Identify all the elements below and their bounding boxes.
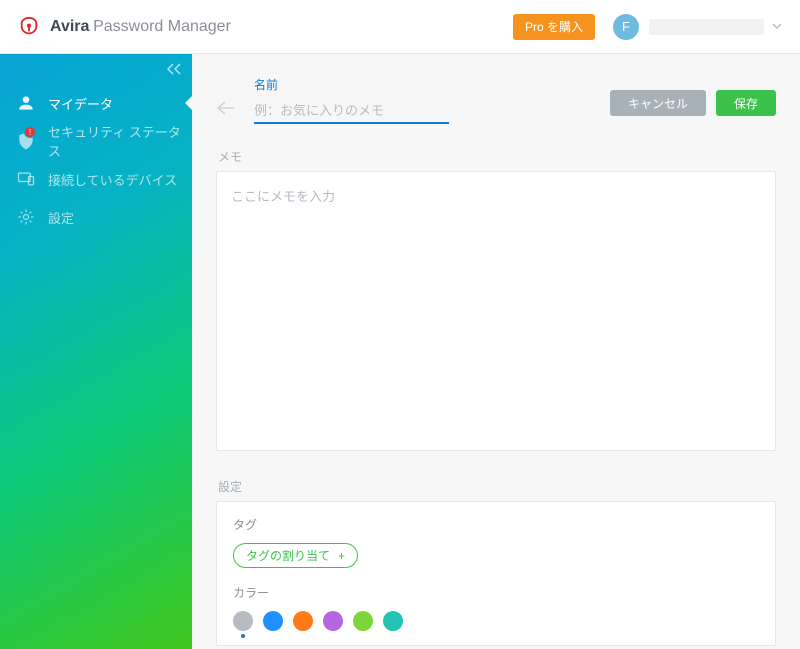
- brand-name: Avira: [50, 18, 89, 35]
- app-header: Avira Password Manager Pro を購入 F: [0, 0, 800, 54]
- sidebar-item-label: マイデータ: [48, 94, 113, 113]
- alert-badge-icon: !: [24, 126, 36, 138]
- color-swatch-orange[interactable]: [293, 611, 313, 631]
- assign-tag-button[interactable]: タグの割り当て +: [233, 543, 358, 568]
- settings-section-label: 設定: [218, 478, 776, 495]
- color-swatch-green[interactable]: [353, 611, 373, 631]
- save-button[interactable]: 保存: [716, 90, 776, 116]
- user-menu-chevron-icon[interactable]: [772, 19, 782, 34]
- color-swatch-row: [233, 611, 759, 631]
- sidebar-item-security-status[interactable]: ! セキュリティ ステータス: [0, 122, 192, 160]
- color-swatch-blue[interactable]: [263, 611, 283, 631]
- gear-icon: [16, 207, 36, 227]
- settings-panel: タグ タグの割り当て + カラー: [216, 501, 776, 646]
- sidebar-item-settings[interactable]: 設定: [0, 198, 192, 236]
- back-arrow-icon[interactable]: [216, 98, 236, 121]
- color-swatch-purple[interactable]: [323, 611, 343, 631]
- user-name-placeholder: [649, 19, 764, 35]
- buy-pro-button[interactable]: Pro を購入: [513, 14, 595, 40]
- person-icon: [16, 93, 36, 113]
- cancel-button[interactable]: キャンセル: [610, 90, 706, 116]
- sidebar-item-label: 設定: [48, 208, 74, 227]
- brand-title: Avira Password Manager: [50, 18, 231, 36]
- plus-icon: +: [338, 549, 345, 563]
- sidebar-item-label: 接続しているデバイス: [48, 170, 177, 189]
- user-avatar[interactable]: F: [613, 14, 639, 40]
- memo-textarea[interactable]: [216, 171, 776, 451]
- tag-label: タグ: [233, 516, 759, 533]
- sidebar: マイデータ ! セキュリティ ステータス 接続しているデバイス 設定: [0, 54, 192, 649]
- devices-icon: [16, 169, 36, 189]
- color-swatch-grey[interactable]: [233, 611, 253, 631]
- sidebar-item-connected-devices[interactable]: 接続しているデバイス: [0, 160, 192, 198]
- color-swatch-teal[interactable]: [383, 611, 403, 631]
- memo-section-label: メモ: [218, 148, 776, 165]
- brand-subtitle: Password Manager: [93, 18, 231, 35]
- color-label: カラー: [233, 584, 759, 601]
- main-panel: 名前 キャンセル 保存 メモ 設定 タグ タグの割り当て + カラー: [192, 54, 800, 649]
- assign-tag-label: タグの割り当て: [246, 547, 330, 564]
- sidebar-item-label: セキュリティ ステータス: [48, 122, 192, 160]
- sidebar-collapse-icon[interactable]: [166, 62, 182, 80]
- sidebar-item-my-data[interactable]: マイデータ: [0, 84, 192, 122]
- avira-logo-icon: [18, 16, 40, 38]
- name-input[interactable]: [254, 99, 449, 124]
- name-field-label: 名前: [254, 76, 449, 93]
